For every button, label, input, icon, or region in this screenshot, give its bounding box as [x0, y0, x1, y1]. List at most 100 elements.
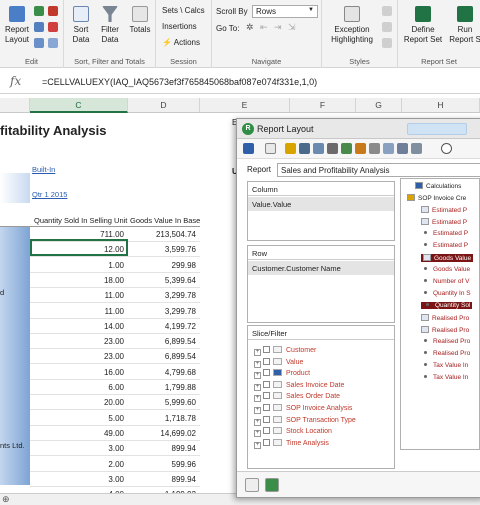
cell-goods-value[interactable]: 599.96 — [172, 460, 196, 469]
cell-goods-value[interactable]: 1,799.88 — [165, 383, 196, 392]
table-row[interactable]: 6.00 1,799.88 — [30, 380, 200, 395]
tree-node[interactable]: Goods Value — [421, 266, 470, 273]
cell-goods-value[interactable]: 899.94 — [172, 475, 196, 484]
slice-filter-item[interactable]: + Stock Location — [254, 427, 332, 438]
table-row[interactable]: 14.00 4,199.72 — [30, 319, 200, 334]
cell-quantity[interactable]: 23.00 — [104, 352, 124, 361]
row-pane[interactable]: Row Customer.Customer Name — [247, 245, 395, 323]
tree-node[interactable]: Realised Pro — [421, 350, 470, 357]
tree-node[interactable]: Realised Pro — [421, 326, 469, 334]
slice-filter-item[interactable]: + SOP Transaction Type — [254, 415, 356, 426]
table-row[interactable]: 16.00 4,799.68 — [30, 365, 200, 380]
cell-goods-value[interactable]: 213,504.74 — [156, 230, 196, 239]
actions-button[interactable]: ⚡ Actions — [162, 38, 200, 47]
table-row[interactable]: 3.00 899.94 — [30, 472, 200, 487]
column-header-f[interactable]: F — [290, 98, 356, 113]
report-layout-button[interactable]: Report Layout — [2, 6, 32, 45]
columns-icon[interactable] — [34, 22, 44, 32]
cell-quantity[interactable]: 49.00 — [104, 429, 124, 438]
insertions-button[interactable]: Insertions — [162, 22, 197, 31]
expand-icon[interactable]: + — [254, 372, 261, 380]
filter-funnel-icon[interactable] — [285, 143, 296, 154]
scroll-by-select[interactable]: Rows ▼ — [252, 5, 318, 18]
table-row[interactable]: 49.00 14,699.02 — [30, 426, 200, 441]
checkbox[interactable] — [263, 369, 270, 377]
column-header-blank[interactable] — [0, 98, 30, 113]
nav-first-icon[interactable]: ✲ — [246, 22, 254, 33]
tree-node[interactable]: Calculations — [415, 182, 461, 190]
info-icon[interactable] — [441, 143, 452, 154]
nav-last-icon[interactable]: ⇲ — [288, 22, 296, 33]
table-row[interactable]: 18.00 5,399.64 — [30, 273, 200, 288]
cell-quantity[interactable]: 20.00 — [104, 398, 124, 407]
checkbox[interactable] — [263, 346, 270, 353]
report-select[interactable]: Sales and Profitability Analysis — [277, 163, 480, 177]
table-icon[interactable] — [48, 38, 58, 48]
expand-icon[interactable]: + — [254, 430, 261, 438]
run-report-set-button[interactable]: Run Report S — [448, 6, 480, 45]
cell-quantity[interactable]: 16.00 — [104, 368, 124, 377]
chart-icon[interactable] — [355, 143, 366, 154]
cell-goods-value[interactable]: 899.94 — [172, 444, 196, 453]
column-pane[interactable]: Column Value.Value — [247, 181, 395, 241]
column-header-g[interactable]: G — [356, 98, 402, 113]
tree-node[interactable]: Quantity Sol — [421, 302, 473, 309]
clear-icon[interactable] — [48, 6, 58, 16]
table-row[interactable]: 3.00 899.94 — [30, 441, 200, 457]
checkbox[interactable] — [263, 380, 270, 388]
exception-highlighting-button[interactable]: Exception Highlighting — [324, 6, 380, 45]
add-sheet-icon[interactable]: ⊕ — [2, 494, 10, 505]
column-header-e[interactable]: E — [200, 98, 290, 113]
cell-quantity[interactable]: 3.00 — [108, 475, 124, 484]
checkbox[interactable] — [263, 427, 270, 435]
tree-node[interactable]: Estimated P — [421, 218, 467, 226]
slice-filter-item[interactable]: + Value — [254, 357, 303, 368]
expand-icon[interactable]: + — [254, 395, 261, 403]
column-header-d[interactable]: D — [128, 98, 200, 113]
column-pane-item[interactable]: Value.Value — [248, 197, 394, 211]
cell-quantity[interactable]: 6.00 — [108, 383, 124, 392]
tree-node[interactable]: Goods Value — [421, 254, 474, 262]
slice-filter-item[interactable]: + Customer — [254, 346, 316, 356]
tree-node[interactable]: Estimated P — [421, 206, 467, 214]
filter-data-button[interactable]: Filter Data — [97, 6, 123, 45]
save-icon[interactable] — [243, 143, 254, 154]
sheet-icon[interactable] — [341, 143, 352, 154]
define-report-set-button[interactable]: Define Report Set — [402, 6, 444, 45]
table-row[interactable]: 20.00 5,999.60 — [30, 395, 200, 411]
tree-node[interactable]: Tax Value In — [421, 362, 468, 369]
row-pane-item[interactable]: Customer.Customer Name — [248, 261, 394, 275]
cell-goods-value[interactable]: 4,799.68 — [165, 368, 196, 377]
cell-goods-value[interactable]: 5,999.60 — [165, 398, 196, 407]
expand-icon[interactable]: + — [254, 407, 261, 414]
checkbox[interactable] — [263, 392, 270, 400]
nav-next-icon[interactable]: ⇥ — [274, 22, 282, 33]
tree-node[interactable]: Number of V — [421, 278, 470, 285]
slice-filter-item[interactable]: + Sales Invoice Date — [254, 380, 344, 391]
table-row[interactable]: 11.00 3,299.78 — [30, 288, 200, 304]
tree-node[interactable]: SOP Invoice Cre — [407, 194, 466, 202]
selected-cell[interactable] — [30, 239, 128, 256]
cell-quantity[interactable]: 11.00 — [105, 291, 124, 300]
tree-node[interactable]: Realised Pro — [421, 314, 469, 322]
tree-node[interactable]: Tax Value In — [421, 374, 468, 381]
list-icon[interactable] — [369, 143, 380, 154]
refresh-icon[interactable] — [34, 6, 44, 16]
built-in-link[interactable]: Built-In — [32, 165, 55, 174]
cell-goods-value[interactable]: 3,299.78 — [165, 291, 196, 300]
expand-icon[interactable] — [383, 143, 394, 154]
slice-filter-item[interactable]: + Sales Order Date — [254, 392, 340, 403]
dialog-title-bar[interactable]: R Report Layout — [237, 119, 480, 139]
cell-quantity[interactable]: 5.00 — [108, 414, 124, 423]
cell-goods-value[interactable]: 5,399.64 — [165, 276, 196, 285]
help-icon[interactable] — [265, 143, 276, 154]
tree-node[interactable]: Realised Pro — [421, 338, 470, 345]
sets-calcs-button[interactable]: Sets \ Calcs — [162, 6, 205, 15]
cell-goods-value[interactable]: 3,599.76 — [165, 245, 196, 254]
expand-icon[interactable]: + — [254, 349, 261, 356]
nav-prev-icon[interactable]: ⇤ — [260, 22, 268, 33]
expand-icon[interactable]: + — [254, 360, 261, 368]
dialog-title-button[interactable] — [407, 123, 467, 135]
book-icon[interactable] — [327, 143, 338, 154]
slice-filter-item[interactable]: + SOP Invoice Analysis — [254, 404, 352, 414]
